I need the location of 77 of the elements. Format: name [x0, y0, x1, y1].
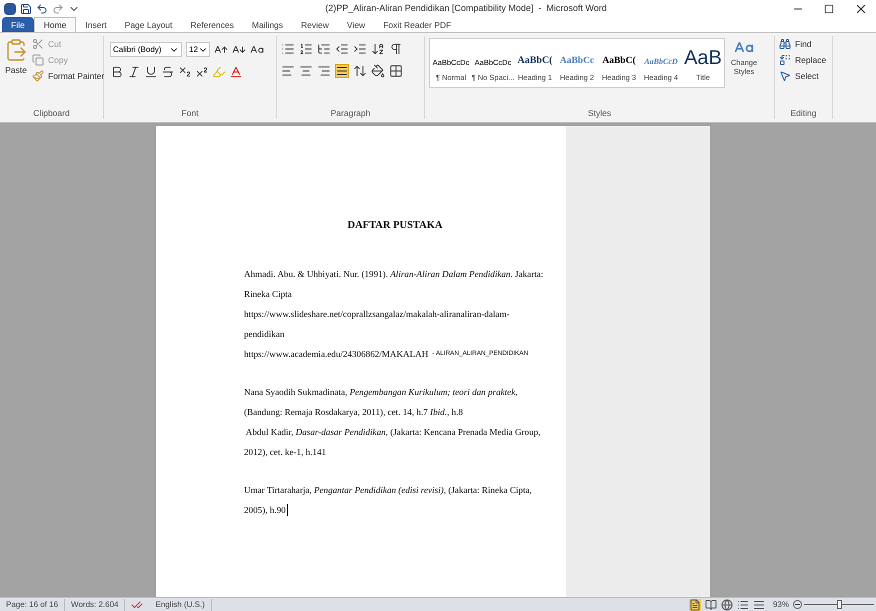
text-line: 2005), h.90: [244, 504, 286, 517]
ribbon-tab[interactable]: Mailings: [242, 17, 292, 32]
redo-icon[interactable]: [52, 2, 64, 14]
group-label: Styles: [586, 108, 612, 119]
ribbon-tab[interactable]: Home: [34, 17, 76, 32]
language-status[interactable]: English (U.S.): [149, 598, 212, 610]
ribbon-tab[interactable]: Insert: [76, 17, 116, 32]
line-spacing-icon[interactable]: [353, 64, 367, 78]
subscript-icon[interactable]: [178, 65, 192, 79]
text-line: Umar Tirtaraharja, Pengantar Pendidikan (edisi revisi), (Jakarta: Rineka Cipta,: [244, 484, 532, 497]
text-line: Ahmadi. Abu. & Uhbiyati. Nur. (1991). Aliran-Aliran Dalam Pendidikan. Jakarta:: [244, 268, 544, 281]
ribbon-tab[interactable]: Foxit Reader PDF: [374, 17, 460, 32]
web-layout-icon[interactable]: [720, 598, 733, 610]
text-line: Rineka Cipta: [244, 288, 292, 301]
group-label: Editing: [790, 108, 818, 119]
group-label: Font: [180, 108, 200, 119]
reading-icon[interactable]: [704, 598, 717, 610]
save-icon[interactable]: [20, 2, 32, 14]
word-count[interactable]: Words: 2.604: [65, 598, 126, 610]
font-color-icon[interactable]: [229, 65, 243, 79]
zoom-slider[interactable]: [804, 600, 874, 609]
print-layout-icon[interactable]: [688, 598, 701, 610]
zoom-level[interactable]: 93%: [772, 598, 789, 610]
group-label: Paragraph: [330, 108, 372, 119]
group-label: Clipboard: [32, 108, 71, 119]
ribbon-tab[interactable]: References: [181, 17, 243, 32]
text-line: Nana Syaodih Sukmadinata, Pengembangan Kurikulum; teori dan praktek,: [244, 386, 518, 399]
font-name-field[interactable]: Calibri (Body): [110, 42, 182, 57]
pointer-icon: [779, 70, 791, 82]
scissors-icon: [32, 38, 44, 50]
ribbon-tab[interactable]: Review: [292, 17, 338, 32]
align-right-icon[interactable]: [317, 64, 331, 78]
shading-icon[interactable]: [371, 64, 385, 78]
numbering-icon[interactable]: [299, 42, 313, 56]
paintbrush-icon: [32, 70, 44, 82]
document-heading: DAFTAR PUSTAKA: [346, 219, 444, 233]
text-line: 2012), cet. ke-1, h.141: [244, 446, 326, 459]
increase-indent-icon[interactable]: [353, 42, 367, 56]
text-line: Abdul Kadir, Dasar-dasar Pendidikan, (Jakarta: Kencana Prenada Media Group,: [244, 426, 540, 439]
zoom-slider-thumb[interactable]: [837, 600, 842, 609]
replace-icon: [779, 54, 791, 66]
font-size-field[interactable]: 12: [186, 42, 210, 57]
undo-icon[interactable]: [36, 2, 48, 14]
text-line: pendidikan: [244, 328, 284, 341]
zoom-out-icon[interactable]: [793, 600, 802, 609]
bold-icon[interactable]: [110, 65, 124, 79]
copy-icon: [32, 54, 44, 66]
strikethrough-icon[interactable]: [161, 65, 175, 79]
pilcrow-icon[interactable]: [389, 42, 403, 56]
replace-button[interactable]: Replace: [779, 54, 828, 66]
select-button[interactable]: Select: [779, 70, 828, 82]
find-button[interactable]: Find: [779, 38, 828, 51]
text-line: (Bandung: Remaja Rosdakarya, 2011), cet. 14, h.7 Ibid., h.8: [244, 406, 463, 419]
paste-button[interactable]: Paste: [4, 36, 28, 108]
proofing-icon[interactable]: [131, 598, 144, 610]
text-line: https://www.academia.edu/24306862/MAKALAH: [244, 348, 428, 361]
borders-icon[interactable]: [389, 64, 403, 78]
maximize-icon[interactable]: [824, 4, 834, 14]
draft-icon[interactable]: [752, 598, 765, 610]
underline-icon[interactable]: [144, 65, 158, 79]
align-center-icon[interactable]: [299, 64, 313, 78]
multilevel-list-icon[interactable]: [317, 42, 331, 56]
window-title: (2)PP_Aliran-Aliran Pendidikan [Compatibility Mode] - Microsoft Word: [325, 2, 607, 15]
ribbon-tab[interactable]: View: [338, 17, 374, 32]
italic-icon[interactable]: [127, 65, 141, 79]
decrease-indent-icon[interactable]: [335, 42, 349, 56]
text-cursor: [286, 504, 288, 516]
format-painter-button[interactable]: Format Painter: [32, 70, 104, 82]
ribbon-tab[interactable]: Page Layout: [116, 17, 182, 32]
text-line: https://www.slideshare.net/coprallzsangalaz/makalah-aliranaliran-dalam-: [244, 308, 510, 321]
sort-icon[interactable]: [371, 42, 385, 56]
page-count[interactable]: Page: 16 of 16: [0, 598, 66, 610]
justify-icon[interactable]: [335, 64, 349, 78]
superscript-icon[interactable]: [195, 65, 209, 79]
align-left-icon[interactable]: [281, 64, 295, 78]
ribbon-tab[interactable]: File: [2, 17, 34, 32]
binoculars-icon: [779, 38, 791, 50]
